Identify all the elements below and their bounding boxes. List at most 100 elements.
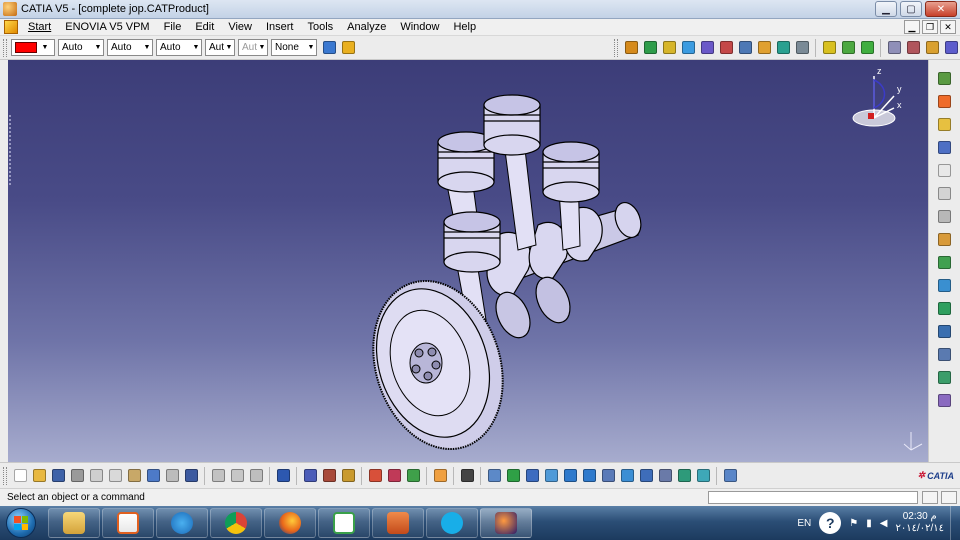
camera-icon[interactable] <box>458 467 476 485</box>
zoom-out-icon[interactable] <box>580 467 598 485</box>
coincidence-constraint-icon[interactable] <box>885 39 903 57</box>
save-icon[interactable] <box>49 467 67 485</box>
measure-inertia-icon[interactable] <box>320 467 338 485</box>
catia-app-icon[interactable] <box>3 2 17 16</box>
compass[interactable]: z y x <box>852 66 902 127</box>
measure-icon[interactable] <box>935 137 955 157</box>
snap-icon[interactable] <box>839 39 857 57</box>
open-folder-icon[interactable] <box>30 467 48 485</box>
minimize-button[interactable]: ▁ <box>875 1 897 17</box>
pan-icon[interactable] <box>523 467 541 485</box>
view-mode-icon[interactable] <box>637 467 655 485</box>
maximize-button[interactable]: ▢ <box>900 1 922 17</box>
fly-mode-icon[interactable] <box>485 467 503 485</box>
menu-analyze[interactable]: Analyze <box>340 21 393 33</box>
copy-icon[interactable] <box>106 467 124 485</box>
scene-icon[interactable] <box>935 229 955 249</box>
whats-this-icon[interactable] <box>182 467 200 485</box>
menu-insert[interactable]: Insert <box>259 21 301 33</box>
apply-material-icon[interactable] <box>694 467 712 485</box>
toolbar-grip[interactable] <box>614 38 618 57</box>
layer-combo[interactable]: None ▼ <box>271 39 317 56</box>
print-icon[interactable] <box>68 467 86 485</box>
menu-window[interactable]: Window <box>393 21 446 33</box>
toolbar-grip[interactable] <box>3 466 7 485</box>
new-component-icon[interactable] <box>641 39 659 57</box>
replace-component-icon[interactable] <box>698 39 716 57</box>
new-product-icon[interactable] <box>660 39 678 57</box>
measure-between-icon[interactable] <box>274 467 292 485</box>
update-icon[interactable] <box>209 467 227 485</box>
offset-constraint-icon[interactable] <box>923 39 941 57</box>
language-indicator[interactable]: EN <box>797 518 811 529</box>
taskbar-media-player[interactable] <box>102 508 154 538</box>
menu-help[interactable]: Help <box>446 21 483 33</box>
piston-2[interactable] <box>483 94 541 156</box>
3d-viewport[interactable]: z y x <box>8 60 928 462</box>
mdi-restore-button[interactable]: ❐ <box>922 20 938 34</box>
thickness-combo[interactable]: Auto ▼ <box>107 39 153 56</box>
show-desktop-button[interactable] <box>950 506 960 540</box>
cut-icon[interactable] <box>87 467 105 485</box>
fit-all-icon[interactable] <box>504 467 522 485</box>
network-icon[interactable]: ▮ <box>866 518 872 529</box>
taskbar-explorer[interactable] <box>48 508 100 538</box>
fix-component-icon[interactable] <box>942 39 960 57</box>
start-button[interactable] <box>6 508 36 538</box>
toolbar-grip[interactable] <box>3 38 7 57</box>
normal-view-icon[interactable] <box>599 467 617 485</box>
multi-instantiation-icon[interactable] <box>793 39 811 57</box>
swap-visible-space-icon[interactable] <box>675 467 693 485</box>
hide-show-icon[interactable] <box>656 467 674 485</box>
mdi-close-button[interactable]: ✕ <box>940 20 956 34</box>
piston-4[interactable] <box>443 211 501 273</box>
formula-icon[interactable] <box>366 467 384 485</box>
new-document-icon[interactable] <box>11 467 29 485</box>
volume-icon[interactable]: ◀ <box>880 518 888 529</box>
help-icon[interactable]: ? <box>819 512 842 534</box>
selective-load-icon[interactable] <box>755 39 773 57</box>
bill-of-material-icon[interactable] <box>935 321 955 341</box>
rotate-icon[interactable] <box>542 467 560 485</box>
taskbar-app[interactable] <box>372 508 424 538</box>
undo-icon[interactable] <box>144 467 162 485</box>
contact-constraint-icon[interactable] <box>904 39 922 57</box>
linetype-combo[interactable]: Auto ▼ <box>58 39 104 56</box>
document-icon[interactable] <box>4 20 18 34</box>
redo-icon[interactable] <box>163 467 181 485</box>
select-arrow-icon[interactable] <box>935 91 955 111</box>
layer-auto-combo[interactable]: Auto ▼ <box>156 39 202 56</box>
reorder-icon[interactable] <box>935 390 955 410</box>
flag-note-icon[interactable] <box>935 183 955 203</box>
constraint-update-icon[interactable] <box>935 367 955 387</box>
new-part-icon[interactable] <box>679 39 697 57</box>
gear-icon[interactable] <box>935 68 955 88</box>
command-list-button[interactable] <box>922 491 938 504</box>
painter-icon[interactable] <box>320 39 338 57</box>
tree-expand-icon[interactable] <box>247 467 265 485</box>
graphic-properties-icon[interactable] <box>339 39 357 57</box>
taskbar-hp[interactable] <box>318 508 370 538</box>
close-button[interactable]: ✕ <box>925 1 957 17</box>
design-table-icon[interactable] <box>404 467 422 485</box>
taskbar-chrome[interactable] <box>210 508 262 538</box>
grid-icon[interactable] <box>431 467 449 485</box>
taskbar-ie[interactable] <box>156 508 208 538</box>
move-icon[interactable] <box>935 114 955 134</box>
manipulation-icon[interactable] <box>820 39 838 57</box>
smart-move-icon[interactable] <box>858 39 876 57</box>
quick-view-icon[interactable] <box>618 467 636 485</box>
paste-icon[interactable] <box>125 467 143 485</box>
catalog-browser-icon[interactable] <box>935 298 955 318</box>
menu-edit[interactable]: Edit <box>188 21 221 33</box>
publication-icon[interactable] <box>935 344 955 364</box>
taskbar-firefox[interactable] <box>264 508 316 538</box>
mdi-minimize-button[interactable]: ▁ <box>904 20 920 34</box>
piston-3[interactable] <box>542 141 600 203</box>
command-input[interactable] <box>708 491 918 504</box>
measure-item-icon[interactable] <box>301 467 319 485</box>
clock[interactable]: 02:30 م ٢٠١٤/٠٢/١٤ <box>895 511 944 535</box>
menu-start[interactable]: Start <box>21 21 58 33</box>
manage-representations-icon[interactable] <box>774 39 792 57</box>
graph-tree-reordering-icon[interactable] <box>717 39 735 57</box>
